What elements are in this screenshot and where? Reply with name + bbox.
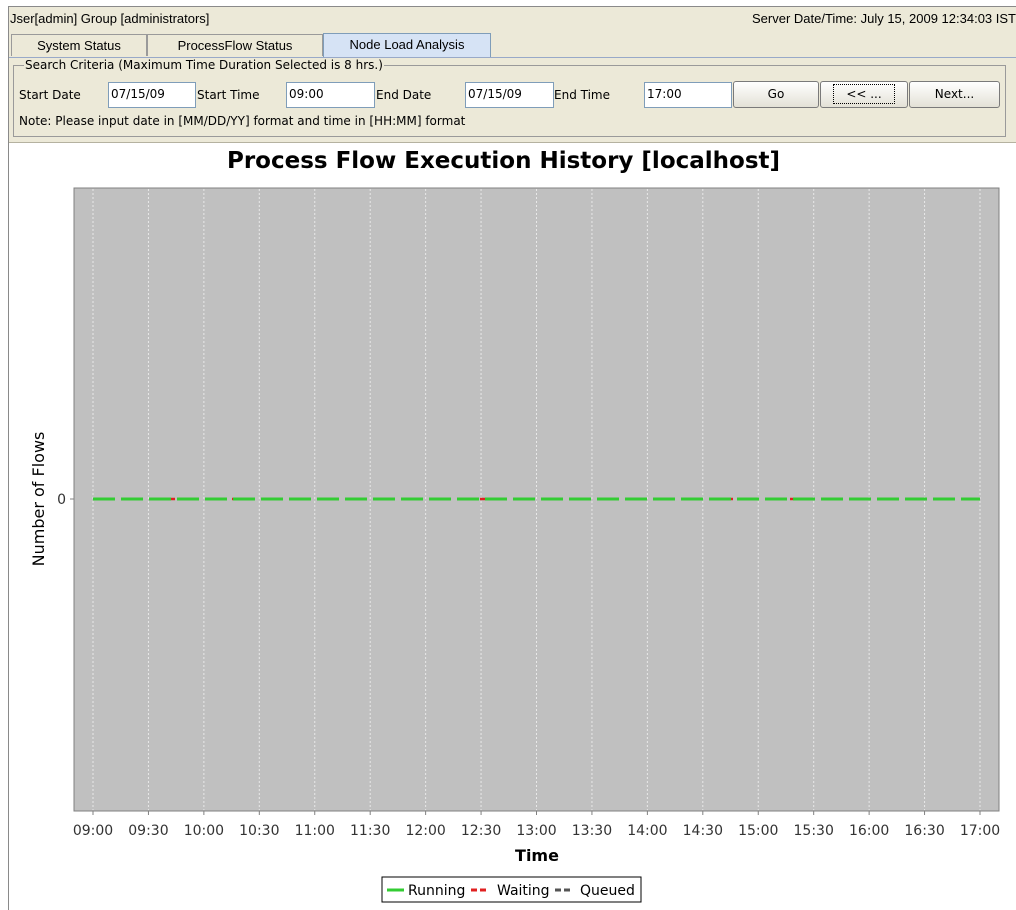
y-axis-label: Number of Flows [29, 432, 48, 567]
chart-legend: Running Waiting Queued [381, 876, 642, 903]
x-tick-label: 13:30 [572, 823, 612, 839]
legend-label-queued: Queued [580, 883, 635, 899]
x-tick-label: 16:00 [849, 823, 889, 839]
x-tick-label: 14:00 [627, 823, 667, 839]
x-tick-label: 15:30 [794, 823, 834, 839]
x-tick-label: 16:30 [904, 823, 944, 839]
legend-label-waiting: Waiting [497, 883, 550, 899]
x-tick-label: 11:00 [295, 823, 335, 839]
x-tick-label: 11:30 [350, 823, 390, 839]
x-tick-label: 09:00 [73, 823, 113, 839]
x-tick-label: 12:30 [461, 823, 501, 839]
x-tick-label: 09:30 [128, 823, 168, 839]
x-tick-label: 14:30 [683, 823, 723, 839]
x-tick-label: 10:30 [239, 823, 279, 839]
y-tick-label: 0 [57, 492, 66, 508]
x-tick-label: 13:00 [516, 823, 556, 839]
legend-label-running: Running [408, 883, 465, 899]
x-axis-ticks: 09:00 09:30 10:00 10:30 11:00 11:30 12:00 12:30… [73, 811, 1000, 839]
line-chart: 09:00 09:30 10:00 10:30 11:00 11:30 12:00 12:30… [29, 187, 1000, 903]
x-tick-label: 15:00 [738, 823, 778, 839]
x-tick-label: 12:00 [405, 823, 445, 839]
y-axis-ticks: 0 [57, 492, 74, 508]
x-tick-label: 17:00 [960, 823, 1000, 839]
x-tick-label: 10:00 [184, 823, 224, 839]
x-axis-label: Time [515, 846, 559, 865]
